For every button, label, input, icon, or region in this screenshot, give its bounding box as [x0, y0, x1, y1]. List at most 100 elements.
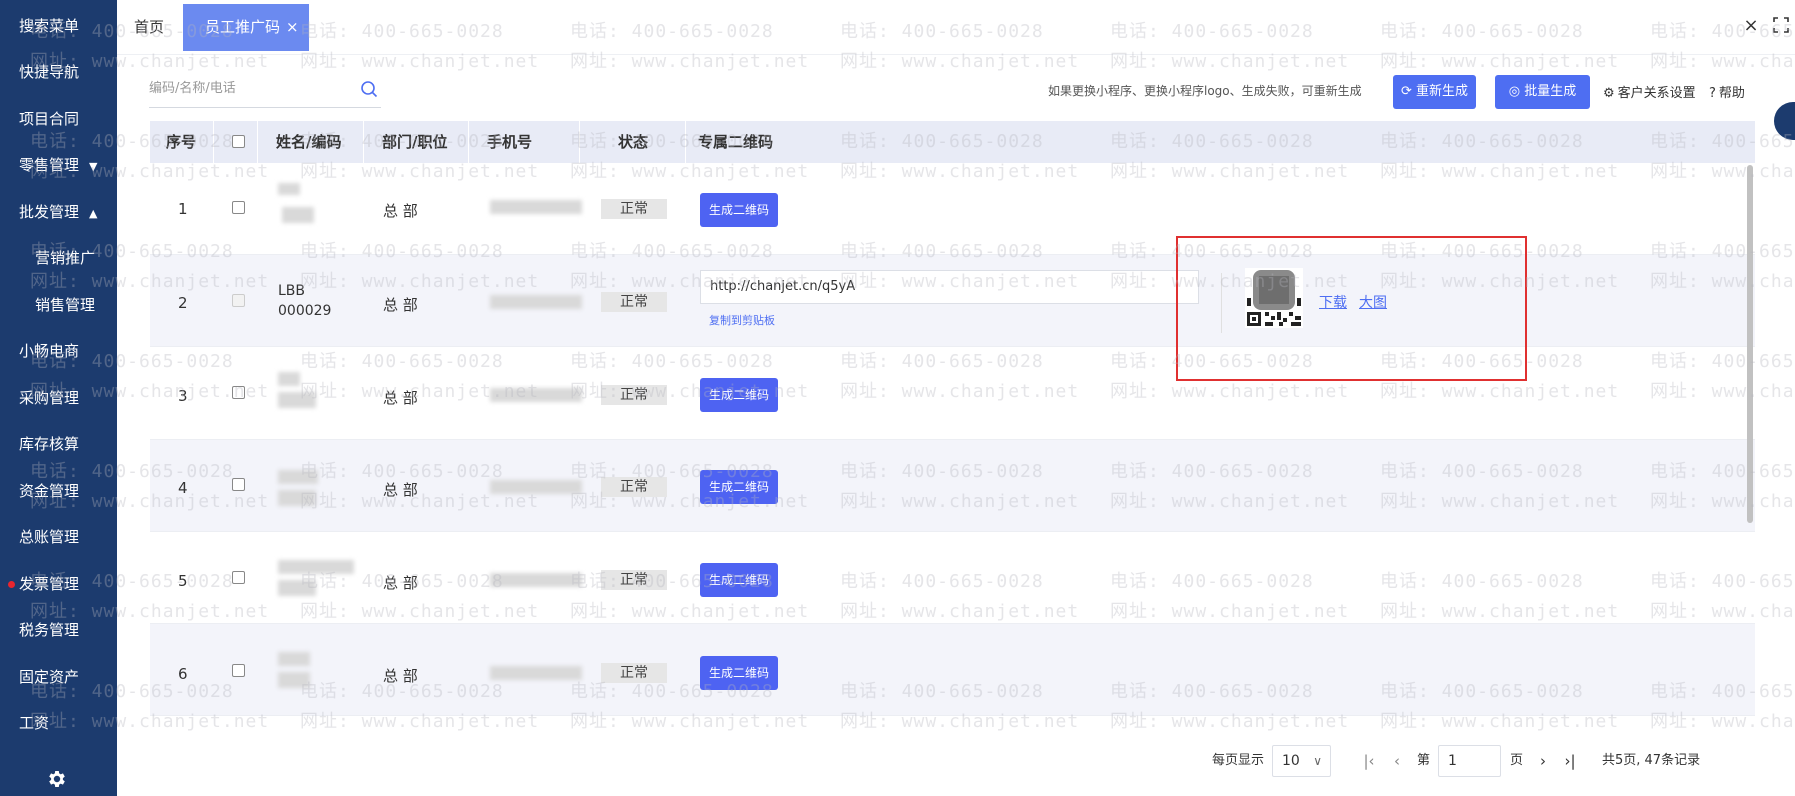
row-checkbox[interactable] — [232, 386, 245, 399]
redacted-phone — [490, 573, 582, 587]
redacted-code — [282, 207, 314, 223]
batch-icon: ◎ — [1508, 84, 1521, 99]
sidebar-item-funds[interactable]: 资金管理 — [0, 471, 117, 511]
redacted-phone — [490, 480, 582, 494]
row-checkbox[interactable] — [232, 571, 245, 584]
col-divider — [685, 121, 686, 163]
sidebar-item-payroll[interactable]: 工资 — [0, 703, 117, 743]
download-link[interactable]: 下载 — [1319, 292, 1347, 312]
table-row: 5 总 部 正常 生成二维码 — [150, 532, 1755, 624]
sidebar-item-retail[interactable]: 零售管理 ▼ — [0, 145, 117, 185]
sidebar-item-quick-nav[interactable]: 快捷导航 — [0, 52, 117, 92]
close-window-button[interactable]: × — [1741, 16, 1761, 36]
row-checkbox[interactable] — [232, 664, 245, 677]
sidebar-item-label: 税务管理 — [19, 621, 80, 639]
table-row: 6 总 部 正常 生成二维码 — [150, 624, 1755, 716]
col-divider — [468, 121, 469, 163]
gear-icon[interactable] — [46, 768, 68, 790]
tab-bar: 首页 员工推广码 × — [117, 0, 1795, 55]
last-page-icon[interactable]: ›| — [1562, 752, 1578, 770]
divider — [1221, 273, 1222, 333]
sidebar-item-search-menu[interactable]: 搜索菜单 — [0, 6, 117, 46]
fullscreen-icon[interactable] — [1772, 16, 1790, 34]
sidebar-item-label: 快捷导航 — [19, 63, 80, 81]
notification-dot — [8, 581, 15, 588]
page-number-input[interactable]: 1 — [1438, 745, 1501, 777]
per-page-select[interactable]: 10 ∨ — [1272, 745, 1331, 777]
col-dept: 部门/职位 — [382, 133, 448, 151]
redacted-phone — [490, 295, 582, 309]
sidebar-item-label: 工资 — [19, 714, 50, 732]
floating-assistant-icon[interactable] — [1774, 102, 1795, 140]
sidebar-item-ledger[interactable]: 总账管理 — [0, 517, 117, 557]
sidebar-item-label: 项目合同 — [19, 110, 80, 128]
search-input[interactable] — [149, 72, 349, 104]
generate-qrcode-button[interactable]: 生成二维码 — [700, 378, 778, 412]
row-index: 6 — [178, 665, 188, 683]
sidebar-item-sales[interactable]: 销售管理 — [0, 285, 117, 325]
row-dept: 总 部 — [383, 296, 418, 314]
sidebar-item-project-contract[interactable]: 项目合同 — [0, 99, 117, 139]
tab-home[interactable]: 首页 — [134, 0, 164, 55]
chevron-down-icon: ▼ — [89, 160, 98, 173]
select-all-checkbox[interactable] — [232, 135, 245, 148]
row-index: 4 — [178, 479, 188, 497]
sidebar-item-tax[interactable]: 税务管理 — [0, 610, 117, 650]
sidebar-item-fixed-assets[interactable]: 固定资产 — [0, 657, 117, 697]
sidebar-item-marketing[interactable]: 营销推广 — [0, 238, 117, 278]
generate-qrcode-button[interactable]: 生成二维码 — [700, 563, 778, 597]
generate-qrcode-button[interactable]: 生成二维码 — [700, 193, 778, 227]
redacted-phone — [490, 388, 582, 402]
chevron-down-icon: ∨ — [1313, 754, 1322, 768]
sidebar-item-label: 零售管理 — [19, 156, 80, 174]
sidebar-item-ecommerce[interactable]: 小畅电商 — [0, 331, 117, 371]
vertical-scrollbar[interactable] — [1747, 165, 1753, 523]
col-divider — [363, 121, 364, 163]
regenerate-label: 重新生成 — [1416, 84, 1469, 99]
regenerate-notice: 如果更换小程序、更换小程序logo、生成失败，可重新生成 — [1048, 84, 1362, 98]
help-link[interactable]: ? 帮助 — [1709, 82, 1745, 101]
sidebar-item-label: 固定资产 — [19, 668, 80, 686]
help-icon: ? — [1709, 86, 1716, 101]
sidebar-item-invoice[interactable]: 发票管理 — [0, 564, 117, 604]
status-badge: 正常 — [601, 292, 667, 312]
sidebar-item-label: 小畅电商 — [19, 342, 80, 360]
qrcode-image[interactable] — [1245, 268, 1303, 328]
row-name: LBB — [278, 283, 306, 299]
prev-page-icon[interactable]: ‹ — [1389, 752, 1405, 770]
large-image-link[interactable]: 大图 — [1359, 292, 1387, 312]
status-badge: 正常 — [601, 199, 667, 219]
sidebar-item-purchase[interactable]: 采购管理 — [0, 378, 117, 418]
generate-qrcode-button[interactable]: 生成二维码 — [700, 470, 778, 504]
row-checkbox[interactable] — [232, 294, 245, 307]
sidebar-item-label: 采购管理 — [19, 389, 80, 407]
row-checkbox[interactable] — [232, 478, 245, 491]
regenerate-button[interactable]: ⟳ 重新生成 — [1393, 75, 1476, 109]
crm-settings-link[interactable]: ⚙ 客户关系设置 — [1603, 82, 1696, 101]
redacted-name — [278, 560, 354, 574]
settings-icon: ⚙ — [1603, 86, 1615, 101]
first-page-icon[interactable]: |‹ — [1361, 752, 1377, 770]
redacted-name — [278, 372, 300, 386]
help-label: 帮助 — [1718, 86, 1745, 101]
tab-employee-promo-code[interactable]: 员工推广码 × — [183, 4, 309, 51]
col-phone: 手机号 — [487, 133, 533, 151]
status-badge: 正常 — [601, 663, 667, 683]
row-checkbox[interactable] — [232, 201, 245, 214]
sidebar-item-inventory[interactable]: 库存核算 — [0, 424, 117, 464]
tab-label: 员工推广码 — [205, 18, 281, 36]
copy-to-clipboard-link[interactable]: 复制到剪贴板 — [709, 312, 775, 328]
row-index: 5 — [178, 572, 188, 590]
search-icon[interactable] — [360, 80, 378, 98]
sidebar-item-label: 销售管理 — [35, 296, 96, 314]
batch-generate-button[interactable]: ◎ 批量生成 — [1495, 75, 1590, 109]
next-page-icon[interactable]: › — [1535, 752, 1551, 770]
qrcode-url-field[interactable]: http://chanjet.cn/q5yA — [700, 270, 1199, 304]
close-icon[interactable]: × — [286, 4, 299, 51]
per-page-label: 每页显示 — [1212, 753, 1265, 768]
col-index: 序号 — [166, 133, 197, 151]
redacted-phone — [490, 200, 582, 214]
generate-qrcode-button[interactable]: 生成二维码 — [700, 656, 778, 690]
sidebar-item-wholesale[interactable]: 批发管理 ▲ — [0, 192, 117, 232]
sidebar-item-label: 营销推广 — [35, 249, 96, 267]
